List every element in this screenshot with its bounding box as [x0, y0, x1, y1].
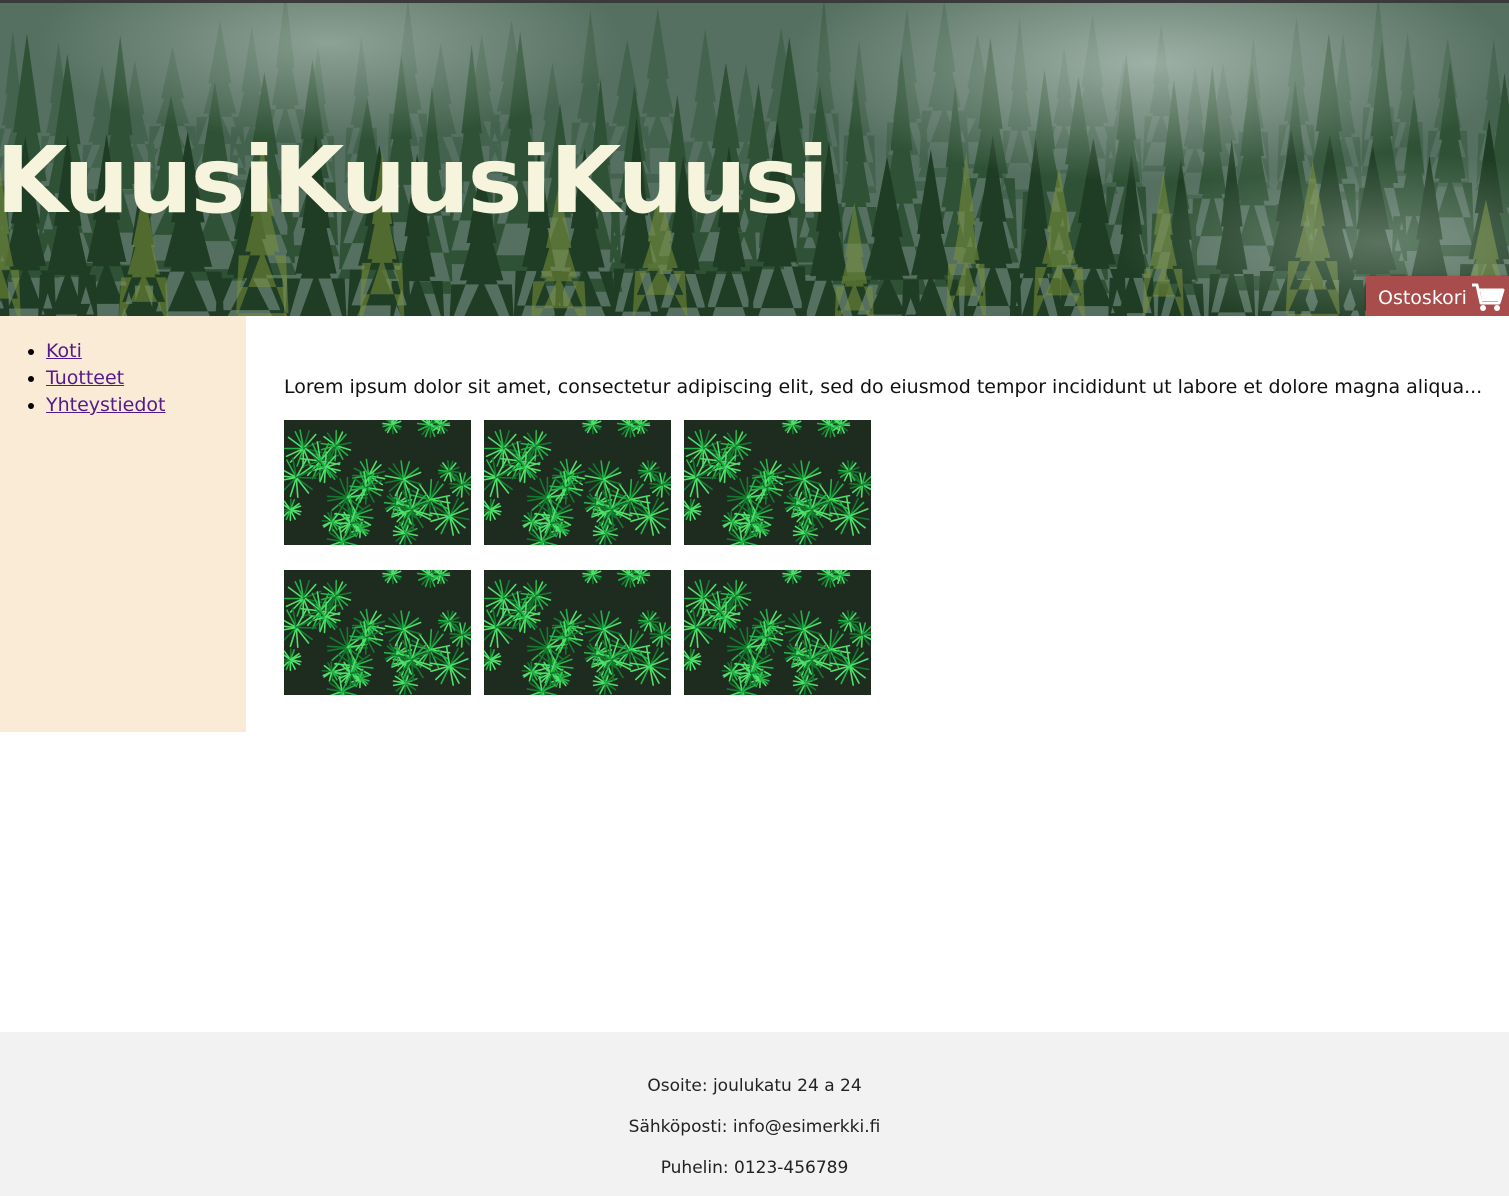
- pine-branch-image: [484, 420, 671, 545]
- product-image[interactable]: [284, 570, 471, 695]
- nav-item-koti: Koti: [46, 338, 165, 365]
- product-image[interactable]: [684, 570, 871, 695]
- cart-label: Ostoskori: [1378, 286, 1467, 309]
- product-image[interactable]: [484, 570, 671, 695]
- shopping-cart-icon: [1471, 283, 1505, 313]
- nav-link-tuotteet[interactable]: Tuotteet: [46, 367, 124, 389]
- nav-item-tuotteet: Tuotteet: [46, 365, 165, 392]
- nav-item-yhteystiedot: Yhteystiedot: [46, 392, 165, 419]
- footer: Osoite: joulukatu 24 a 24 Sähköposti: in…: [0, 1032, 1509, 1196]
- nav-link-koti[interactable]: Koti: [46, 340, 82, 362]
- nav-list: Koti Tuotteet Yhteystiedot: [0, 338, 165, 419]
- nav-link-yhteystiedot[interactable]: Yhteystiedot: [46, 394, 165, 416]
- footer-email: Sähköposti: info@esimerkki.fi: [628, 1117, 881, 1137]
- site-title: KuusiKuusiKuusi: [0, 127, 829, 234]
- pine-branch-image: [284, 420, 471, 545]
- pine-branch-image: [684, 570, 871, 695]
- pine-branch-image: [284, 570, 471, 695]
- hero-banner: KuusiKuusiKuusi Ostoskori: [0, 3, 1509, 316]
- cart-button[interactable]: Ostoskori: [1366, 276, 1509, 316]
- sidebar: Koti Tuotteet Yhteystiedot: [0, 316, 246, 732]
- product-image[interactable]: [284, 420, 471, 545]
- intro-text: Lorem ipsum dolor sit amet, consectetur …: [284, 376, 1483, 398]
- pine-branch-image: [684, 420, 871, 545]
- pine-branch-image: [484, 570, 671, 695]
- product-image[interactable]: [484, 420, 671, 545]
- product-image[interactable]: [684, 420, 871, 545]
- footer-phone: Puhelin: 0123-456789: [660, 1158, 849, 1178]
- footer-address: Osoite: joulukatu 24 a 24: [647, 1076, 862, 1096]
